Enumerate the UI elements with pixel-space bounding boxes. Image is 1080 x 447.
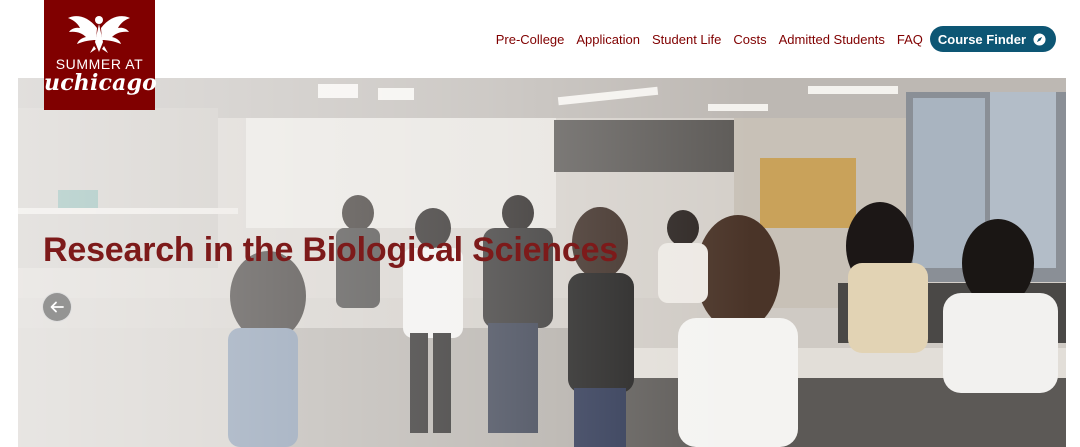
carousel-prev-button[interactable]: [42, 292, 72, 322]
nav-costs[interactable]: Costs: [733, 32, 766, 47]
course-finder-button[interactable]: Course Finder: [929, 26, 1056, 52]
main-nav: Pre-College Application Student Life Cos…: [484, 26, 1056, 52]
compass-icon: [1033, 32, 1046, 46]
logo-line-2: uchicago: [44, 70, 158, 96]
arrow-left-icon: [50, 301, 64, 313]
nav-application[interactable]: Application: [576, 32, 640, 47]
nav-admitted-students[interactable]: Admitted Students: [779, 32, 885, 47]
nav-faq[interactable]: FAQ: [897, 32, 923, 47]
summer-at-uchicago-logo[interactable]: SUMMER AT uchicago: [44, 0, 158, 110]
course-finder-label: Course Finder: [937, 31, 1026, 47]
nav-pre-college[interactable]: Pre-College: [496, 32, 565, 47]
hero-banner: Research in the Biological Sciences: [18, 78, 1066, 447]
phoenix-icon: [68, 16, 130, 53]
nav-student-life[interactable]: Student Life: [652, 32, 721, 47]
site-header: SUMMER AT uchicago Pre-College Applicati…: [0, 0, 1080, 110]
hero-title: Research in the Biological Sciences: [43, 231, 619, 269]
